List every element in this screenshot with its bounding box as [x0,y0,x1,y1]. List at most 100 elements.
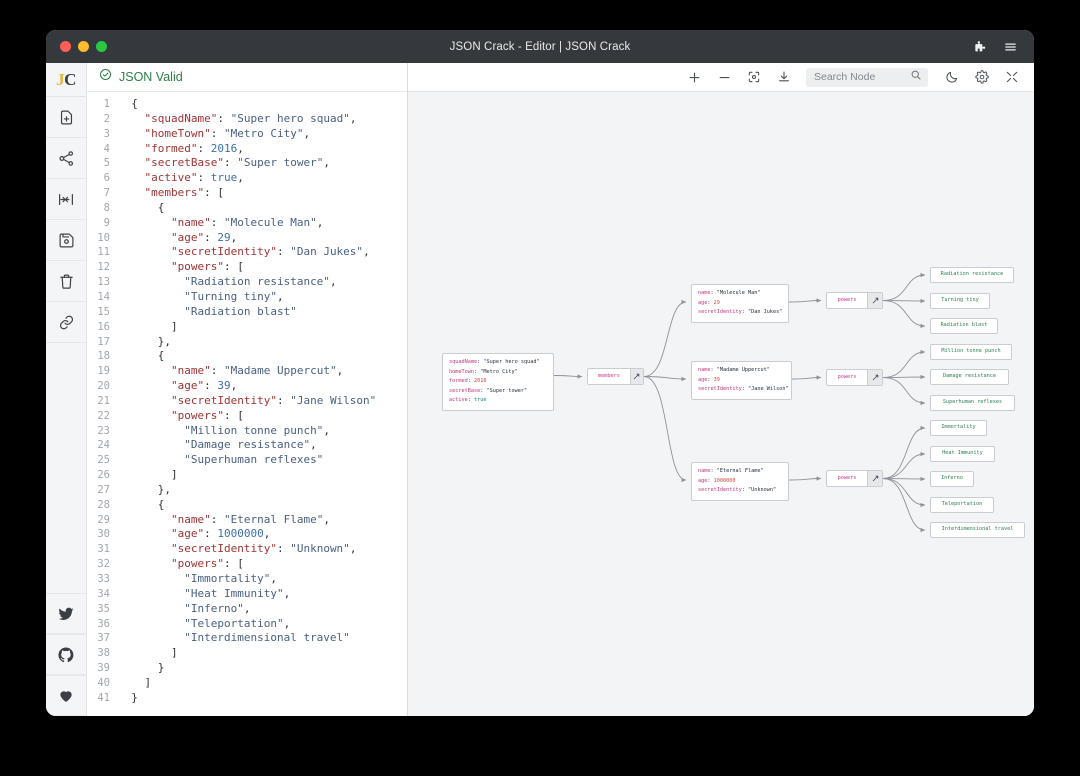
code-line-text: "Heat Immunity", [118,587,290,602]
graph-leaf-radiation-blast[interactable]: Radiation blast [930,318,998,334]
line-number: 38 [87,646,118,661]
menu-icon[interactable] [1003,40,1018,54]
graph-leaf-million-tonne-punch[interactable]: Million tonne punch [930,344,1012,360]
graph-node-member-3[interactable]: name: "Eternal Flame"age: 1000000secretI… [691,462,789,501]
graph-leaf-interdimensional-travel[interactable]: Interdimensional travel [930,522,1025,538]
maximize-button[interactable] [96,41,107,52]
token-punc: : [197,142,210,155]
token-str: "Dan Jukes" [290,245,363,258]
download-icon[interactable] [776,69,792,85]
graph-leaf-turning-tiny[interactable]: Turning tiny [930,293,990,309]
token-punc: : [224,156,237,169]
graph-leaf-immortality[interactable]: Immortality [930,420,987,436]
graph-node-root[interactable]: squadName: "Super hero squad"homeTown: "… [442,353,554,411]
graph-leaf-damage-resistance[interactable]: Damage resistance [930,369,1009,385]
line-number: 2 [87,112,118,127]
node-value: 2016 [474,378,487,384]
plus-icon[interactable] [686,69,702,85]
graph-node-powers-2[interactable]: powers [826,292,883,309]
graph-edge [883,428,925,479]
graph-node-member-2[interactable]: name: "Madame Uppercut"age: 39secretIden… [691,361,792,400]
graph-leaf-heat-immunity[interactable]: Heat Immunity [930,446,995,462]
minimize-button[interactable] [78,41,89,52]
magnifier-icon[interactable] [910,68,922,86]
code-line: 19 "name": "Madame Uppercut", [87,364,407,379]
link-icon[interactable] [46,302,86,343]
graph-leaf-teleportation[interactable]: Teleportation [930,497,994,513]
moon-icon[interactable] [944,69,960,85]
app-logo[interactable]: JC [46,63,86,97]
gear-icon[interactable] [974,69,990,85]
code-line: 39 } [87,661,407,676]
line-number: 14 [87,290,118,305]
code-line: 37 "Interdimensional travel" [87,631,407,646]
graph-edge [883,479,925,531]
token-str: "Turning tiny" [184,290,277,303]
expand-collapse-icon[interactable] [867,293,882,308]
app-window: JSON Crack - Editor | JSON Crack [46,30,1034,716]
token-str: "Unknown" [290,542,350,555]
line-number: 24 [87,438,118,453]
line-number: 17 [87,335,118,350]
token-str: "Super tower" [237,156,323,169]
graph-leaf-radiation-resistance[interactable]: Radiation resistance [930,267,1014,283]
graph-node-powers-4[interactable]: powers [826,470,883,487]
search-node-field[interactable] [806,68,928,87]
graph-edge [883,378,925,404]
token-punc: , [323,513,330,526]
window-controls [60,41,107,52]
token-punc: , [264,527,271,540]
node-key: secretBase [449,388,480,394]
graph-canvas[interactable]: squadName: "Super hero squad"homeTown: "… [408,92,1034,716]
delete-icon[interactable] [46,261,86,302]
expand-collapse-icon[interactable] [867,370,882,385]
heart-icon[interactable] [46,675,86,716]
code-editor[interactable]: 1 {2 "squadName": "Super hero squad",3 "… [87,92,407,716]
line-number: 34 [87,587,118,602]
import-file-icon[interactable] [46,97,86,138]
line-number: 12 [87,260,118,275]
node-value: 1000000 [714,478,736,484]
token-str: "Immortality" [184,572,270,585]
expand-collapse-icon[interactable] [867,471,882,486]
token-key: "powers" [171,260,224,273]
graph-node-member-1[interactable]: name: "Molecule Man"age: 29secretIdentit… [691,284,789,323]
token-punc: : [211,513,224,526]
collapse-expand-icon[interactable] [46,179,86,220]
rail-spacer [46,343,86,593]
token-key: "age" [171,379,204,392]
token-str: "Damage resistance" [184,438,310,451]
graph-node-members-1[interactable]: members [587,368,644,385]
save-icon[interactable] [46,220,86,261]
node-key: secretIdentity [698,386,742,392]
code-line-text: "Damage resistance", [118,438,317,453]
token-punc: : [ [224,557,244,570]
minus-icon[interactable] [716,69,732,85]
node-key: formed [449,378,468,384]
graph-node-powers-3[interactable]: powers [826,369,883,386]
code-line: 3 "homeTown": "Metro City", [87,127,407,142]
node-key: homeTown [449,369,474,375]
expand-collapse-icon[interactable] [630,369,643,384]
code-line-text: "name": "Eternal Flame", [118,513,330,528]
code-line-text: "Teleportation", [118,617,290,632]
token-key: "name" [171,216,211,229]
code-line-text: "secretBase": "Super tower", [118,156,330,171]
puzzle-icon[interactable] [973,40,987,54]
code-line-text: "Radiation resistance", [118,275,337,290]
center-view-icon[interactable] [746,69,762,85]
close-button[interactable] [60,41,71,52]
graph-leaf-superhuman-reflexes[interactable]: Superhuman reflexes [930,395,1015,411]
graph-node-icon[interactable] [46,138,86,179]
graph-edge [883,454,925,479]
token-punc: : [277,542,290,555]
graph-leaf-inferno[interactable]: Inferno [930,471,974,487]
code-line: 4 "formed": 2016, [87,142,407,157]
node-row: name: "Eternal Flame" [698,467,782,477]
github-icon[interactable] [46,634,86,675]
twitter-icon[interactable] [46,593,86,634]
search-input[interactable] [814,71,906,83]
fullscreen-icon[interactable] [1004,69,1020,85]
line-number: 33 [87,572,118,587]
node-row: age: 39 [698,376,785,386]
